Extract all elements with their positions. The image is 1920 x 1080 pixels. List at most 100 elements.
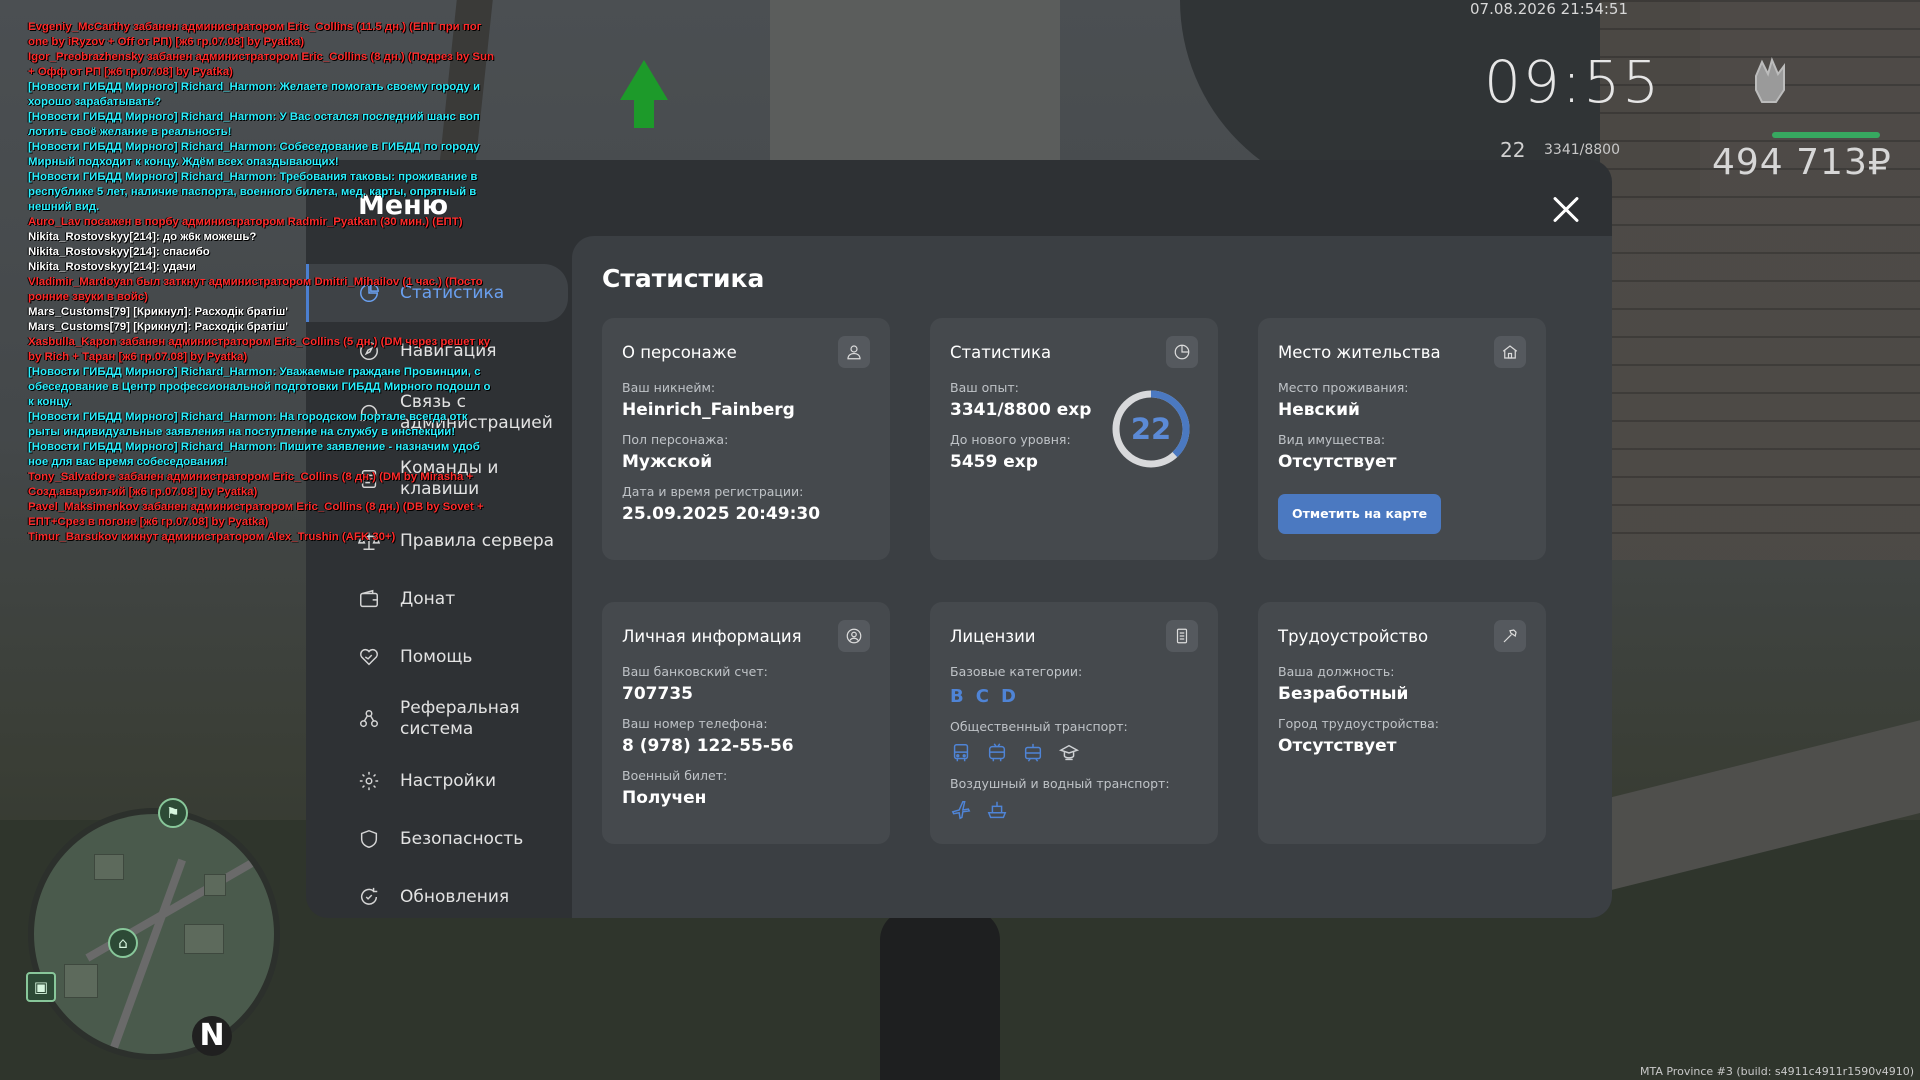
background-building	[770, 0, 1060, 180]
driver-cap-icon	[1058, 744, 1080, 761]
bus-icon	[953, 744, 969, 762]
job-position-label: Ваша должность:	[1278, 664, 1395, 679]
hud-level: 22	[1500, 138, 1526, 162]
build-info: MTA Province #3 (build: s4911c4911r1590v…	[1639, 1065, 1914, 1078]
nav-item-label: Безопасность	[400, 828, 524, 849]
base-categories-label: Базовые категории:	[950, 664, 1083, 679]
gear-icon	[356, 768, 382, 794]
minimap-block	[64, 964, 98, 998]
player-character	[880, 910, 1000, 1080]
ship-icon	[987, 801, 1007, 819]
nav-item-label: Реферальная система	[400, 698, 520, 739]
nickname-label: Ваш никнейм:	[622, 380, 716, 395]
hud-xp: 3341/8800	[1544, 142, 1620, 158]
page-title: Статистика	[602, 264, 765, 293]
license-document-icon	[1166, 620, 1198, 652]
nav-item-referral[interactable]: Реферальная система	[306, 686, 572, 752]
chat-message: Mars_Customs[79] [Крикнул]: Расходік бра…	[28, 306, 288, 318]
minimap-marker-icon: ⚑	[158, 798, 188, 828]
chat-message: Auro_Lav посажен в порбу администратором…	[28, 216, 463, 228]
chat-message: [Новости ГИБДД Мирного] Richard_Harmon: …	[28, 366, 494, 408]
chat-message: Vladimir_Mardoyan был заткнут администра…	[28, 276, 486, 303]
base-categories: B C D	[950, 686, 1198, 707]
property-value: Отсутствует	[1278, 452, 1397, 472]
chat-message: [Новости ГИБДД Мирного] Richard_Harmon: …	[28, 141, 483, 168]
card-title: Лицензии	[950, 626, 1036, 646]
chat-message: Timur_Barsukov кикнут администратором Al…	[28, 531, 396, 543]
chat-message: Mars_Customs[79] [Крикнул]: Расходік бра…	[28, 321, 288, 333]
phone-value: 8 (978) 122-55-56	[622, 736, 794, 756]
trolleybus-icon	[988, 743, 1006, 762]
chat-message: Nikita_Rostovskyy[214]: удачи	[28, 261, 196, 273]
bank-account-label: Ваш банковский счет:	[622, 664, 768, 679]
house-icon	[1494, 336, 1526, 368]
hud-money: 494 713₽	[1712, 142, 1892, 183]
minimap-block	[94, 854, 124, 880]
nav-item-help[interactable]: Помощь	[306, 628, 572, 686]
minimap-block	[184, 924, 224, 954]
public-transport-label: Общественный транспорт:	[950, 719, 1128, 734]
nav-item-label: Донат	[400, 588, 456, 609]
category-b: B	[950, 686, 964, 707]
mark-on-map-button[interactable]: Отметить на карте	[1278, 494, 1442, 534]
green-marker-arrow-icon	[620, 60, 668, 128]
chart-pie-icon	[1166, 336, 1198, 368]
category-d: D	[1000, 686, 1016, 707]
nav-item-label: Обновления	[400, 886, 510, 907]
gender-value: Мужской	[622, 452, 713, 472]
hud-datetime: 07.08.2026 21:54:51	[1470, 0, 1629, 18]
chat-message: Xasbulla_Kapon забанен администратором E…	[28, 336, 494, 363]
card-title: Место жительства	[1278, 342, 1441, 362]
registration-label: Дата и время регистрации:	[622, 484, 804, 499]
chat-message: [Новости ГИБДД Мирного] Richard_Harmon: …	[28, 441, 483, 468]
military-id-value: Получен	[622, 788, 707, 808]
minimap-car-icon: ▣	[26, 972, 56, 1002]
hammer-icon	[1494, 620, 1526, 652]
residence-place-label: Место проживания:	[1278, 380, 1409, 395]
nav-item-label: Настройки	[400, 770, 497, 791]
stats-card: Статистика Ваш опыт: 3341/8800 exp До но…	[930, 318, 1218, 560]
air-water-transport-label: Воздушный и водный транспорт:	[950, 776, 1170, 791]
registration-value: 25.09.2025 20:49:30	[622, 504, 821, 524]
bank-account-value: 707735	[622, 684, 693, 704]
refresh-icon	[356, 884, 382, 910]
public-transport-icons	[950, 742, 1198, 764]
hud-health-bar	[1772, 132, 1880, 138]
airplane-icon	[951, 801, 971, 820]
fist-weapon-icon	[1748, 56, 1790, 112]
user-circle-icon	[838, 620, 870, 652]
nickname-value: Heinrich_Fainberg	[622, 400, 795, 420]
user-icon	[838, 336, 870, 368]
card-title: Статистика	[950, 342, 1052, 362]
people-icon	[356, 706, 382, 732]
job-position-value: Безработный	[1278, 684, 1409, 704]
gender-label: Пол персонажа:	[622, 432, 729, 447]
nav-item-updates[interactable]: Обновления	[306, 868, 572, 918]
close-icon[interactable]	[1546, 190, 1586, 230]
minimap-house-icon: ⌂	[108, 928, 138, 958]
chat-message: Nikita_Rostovskyy[214]: до ж6к можешь?	[28, 231, 257, 243]
chat-message: Nikita_Rostovskyy[214]: спасибо	[28, 246, 210, 258]
minimap-block	[204, 874, 226, 896]
tram-icon	[1024, 743, 1042, 762]
nav-item-settings[interactable]: Настройки	[306, 752, 572, 810]
chat-message: Pavel_Maksimenkov забанен администраторо…	[28, 501, 487, 528]
chat-message: [Новости ГИБДД Мирного] Richard_Harmon: …	[28, 411, 471, 438]
nav-item-security[interactable]: Безопасность	[306, 810, 572, 868]
category-c: C	[975, 686, 989, 707]
chat-message: [Новости ГИБДД Мирного] Richard_Harmon: …	[28, 171, 481, 213]
handshake-icon	[356, 644, 382, 670]
nav-item-donate[interactable]: Донат	[306, 570, 572, 628]
card-title: О персонаже	[622, 342, 737, 362]
statistics-panel: Статистика О персонаже Ваш никнейм: Hein…	[572, 236, 1612, 918]
chat-message: Tony_Salvadore забанен администратором E…	[28, 471, 477, 498]
residence-card: Место жительства Место проживания: Невск…	[1258, 318, 1546, 560]
licenses-card: Лицензии Базовые категории: B C D Общест…	[930, 602, 1218, 844]
property-label: Вид имущества:	[1278, 432, 1386, 447]
personal-info-card: Личная информация Ваш банковский счет: 7…	[602, 602, 890, 844]
phone-label: Ваш номер телефона:	[622, 716, 768, 731]
wallet-icon	[356, 586, 382, 612]
shield-icon	[356, 826, 382, 852]
chat-message: [Новости ГИБДД Мирного] Richard_Harmon: …	[28, 111, 483, 138]
employment-card: Трудоустройство Ваша должность: Безработ…	[1258, 602, 1546, 844]
